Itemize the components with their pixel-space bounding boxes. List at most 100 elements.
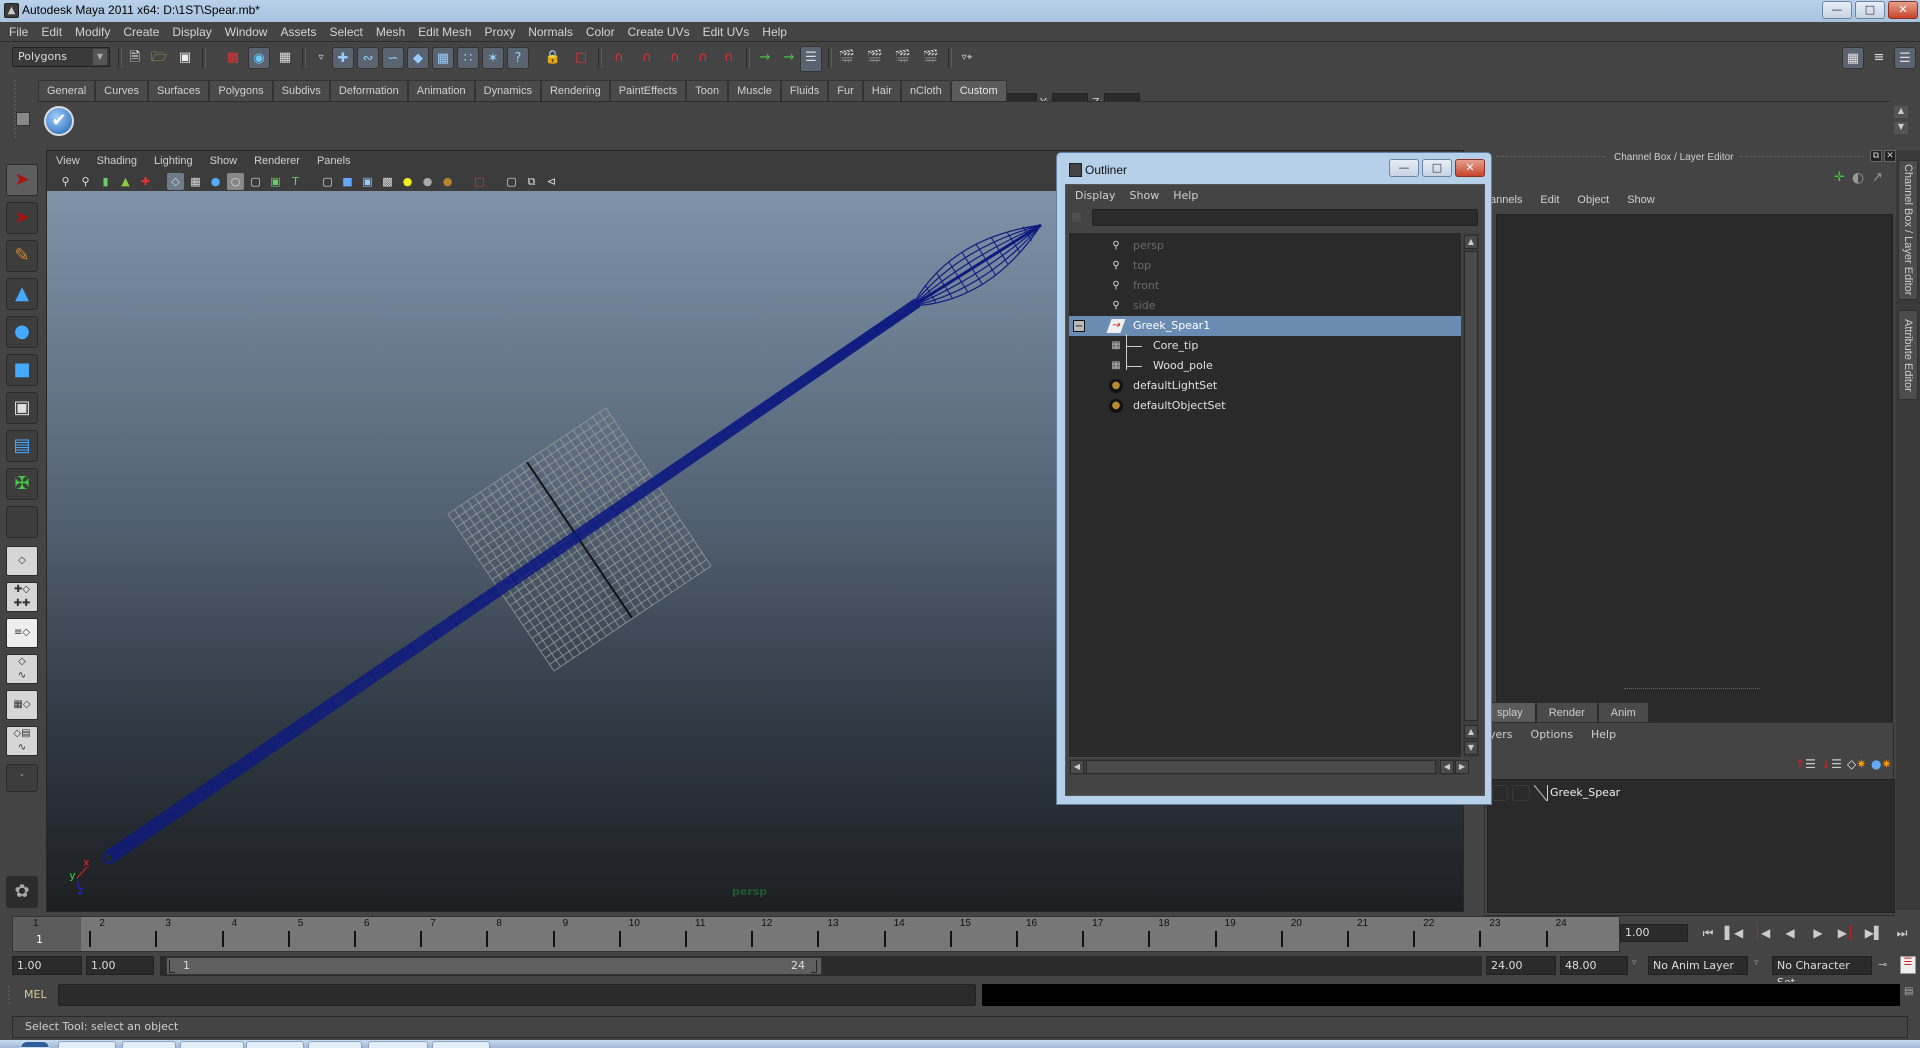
outliner-menu-help[interactable]: Help [1173,186,1198,206]
layer-row[interactable]: Greek_Spear [1488,784,1888,804]
menu-mesh[interactable]: Mesh [376,22,405,42]
menu-edit-mesh[interactable]: Edit Mesh [418,22,471,42]
command-line-grip[interactable] [8,986,14,1004]
more-layouts-button[interactable]: ˇ [6,764,38,792]
step-forward-frame-button[interactable]: ▶▌ [1862,924,1886,942]
layer-visibility-toggle[interactable] [1492,785,1508,801]
input-line-menu-icon[interactable]: ▿⌖ [956,47,978,69]
create-layer-from-selected-icon[interactable]: ●✷ [1871,757,1892,771]
outliner-menu-show[interactable]: Show [1130,186,1160,206]
scroll-left-arrow[interactable]: ◀ [1070,760,1084,774]
smooth-shade-icon[interactable]: ■ [339,173,356,190]
collapse-toggle-icon[interactable]: − [1073,320,1085,332]
outliner-item-front[interactable]: ⚲ front [1069,276,1461,296]
render-settings-icon[interactable]: 🎬 [920,47,942,69]
wireframe-on-shaded-icon[interactable]: ▣ [359,173,376,190]
menu-help[interactable]: Help [1591,725,1616,745]
splitter-handle[interactable] [1624,688,1760,692]
field-chart-icon[interactable]: ▢ [247,173,264,190]
show-manipulator-icon[interactable]: ✠ [6,468,38,500]
output-ops-icon[interactable]: → [778,47,800,69]
snap-live-icon[interactable]: ∩ [718,47,740,69]
layer-color-swatch[interactable] [1534,785,1548,801]
move-tool-icon[interactable]: ▲ [6,278,38,310]
step-back-frame-button[interactable]: ▌◀ [1722,924,1746,942]
scroll-left-arrow[interactable]: ◀ [1440,760,1454,774]
shelf-tab-custom[interactable]: Custom [950,80,1007,101]
scroll-right-arrow[interactable]: ▶ [1455,760,1469,774]
menu-show[interactable]: Show [1627,190,1655,210]
xray-icon[interactable]: ▢ [503,173,520,190]
save-scene-icon[interactable]: ▣ [174,47,196,69]
animation-start-field[interactable]: 1.00 [12,956,82,975]
xray-joints-icon[interactable]: ⧉ [523,173,540,190]
current-time-field[interactable]: 1.00 [1620,924,1688,942]
menu-edit[interactable]: Edit [1540,190,1559,210]
shelf-tab-surfaces[interactable]: Surfaces [147,80,210,101]
shelf-tab-animation[interactable]: Animation [407,80,475,101]
ipr-render-icon[interactable]: 🎬 [892,47,914,69]
menu-help[interactable]: Help [762,22,787,42]
shelf-scroll-up[interactable]: ▲ [1894,106,1908,118]
shelf-tab-painteffects[interactable]: PaintEffects [609,80,687,101]
hyper-toggle-icon[interactable]: ↗ [1872,170,1883,185]
anim-layer-dropdown[interactable]: No Anim Layer [1648,956,1748,975]
open-scene-icon[interactable]: 🗁 [148,47,170,69]
rotate-tool-icon[interactable]: ● [6,316,38,348]
shelf-tab-deformation[interactable]: Deformation [329,80,408,101]
script-editor-icon[interactable]: ▤ [1904,986,1918,1002]
play-forwards-button[interactable]: ▶ [1806,924,1830,942]
character-set-dropdown[interactable]: No Character Set [1772,956,1872,989]
safe-action-icon[interactable]: ▣ [267,173,284,190]
layer-tab-render[interactable]: Render [1535,702,1598,722]
mask-icon[interactable]: ▿ [310,47,332,69]
menu-window[interactable]: Window [225,22,268,42]
outliner-item-persp[interactable]: ⚲ persp [1069,236,1461,256]
playback-end-field[interactable]: 24.00 [1486,956,1556,975]
go-to-start-button[interactable]: ⏮ [1696,924,1720,942]
viewport-menu-renderer[interactable]: Renderer [254,151,300,171]
grid-icon[interactable]: ◇ [167,173,184,190]
wireframe-icon[interactable]: ▢ [319,173,336,190]
filter-options-icon[interactable]: ▦ [1071,210,1087,226]
menu-create-uvs[interactable]: Create UVs [628,22,690,42]
start-button[interactable] [20,1041,50,1048]
outliner-item-core-tip[interactable]: ▦ Core_tip [1069,336,1461,356]
select-rendering-icon[interactable]: ✶ [482,47,504,69]
persp-graph-hypergraph-layout-icon[interactable]: ◇▤ ∿ [6,726,38,756]
select-handles-icon[interactable]: ✚ [332,47,354,69]
outliner-item-greek-spear1[interactable]: − → Greek_Spear1 [1069,316,1461,336]
outliner-item-default-object-set[interactable]: ● defaultObjectSet [1069,396,1461,416]
panel-grip[interactable] [1496,156,1606,160]
outliner-menu-display[interactable]: Display [1075,186,1116,206]
resolution-gate-icon[interactable]: ● [207,173,224,190]
range-end-handle[interactable] [811,960,817,973]
select-misc-icon[interactable]: ? [507,47,529,69]
close-panel-icon[interactable]: ✕ [1884,150,1896,162]
menu-object[interactable]: Object [1577,190,1609,210]
component-xray-icon[interactable]: ⊲ [543,173,560,190]
menu-edit-uvs[interactable]: Edit UVs [703,22,750,42]
outliner-item-side[interactable]: ⚲ side [1069,296,1461,316]
outliner-maximize-button[interactable]: □ [1422,159,1452,177]
menu-channels[interactable]: annels [1490,190,1522,210]
move-layer-down-icon[interactable]: ↓☰ [1821,757,1842,771]
float-panel-icon[interactable]: ⧉ [1870,150,1882,162]
viewport-menu-show[interactable]: Show [210,151,238,171]
outliner-vertical-scrollbar[interactable]: ▲ ▲ ▼ [1463,233,1479,757]
outliner-item-default-light-set[interactable]: ● defaultLightSet [1069,376,1461,396]
lasso-tool-icon[interactable]: ➤ [6,202,38,234]
shelf-tab-subdivs[interactable]: Subdivs [272,80,330,101]
shelf-tab-hair[interactable]: Hair [862,80,901,101]
script-language-toggle[interactable]: MEL [24,988,47,1001]
camera-attributes-icon[interactable]: ⚲ [77,173,94,190]
outliner-close-button[interactable]: ✕ [1455,159,1485,177]
manipulator-toggle-icon[interactable]: ✛ [1834,170,1845,185]
menu-display[interactable]: Display [172,22,211,42]
scale-tool-icon[interactable]: ■ [6,354,38,386]
snap-view-plane-icon[interactable]: ∩ [692,47,714,69]
shelf-handle[interactable] [14,80,30,138]
step-back-key-button[interactable]: │◀ [1750,924,1774,942]
outliner-filter-input[interactable] [1092,209,1478,226]
highlight-selection-icon[interactable]: □ [570,47,592,69]
